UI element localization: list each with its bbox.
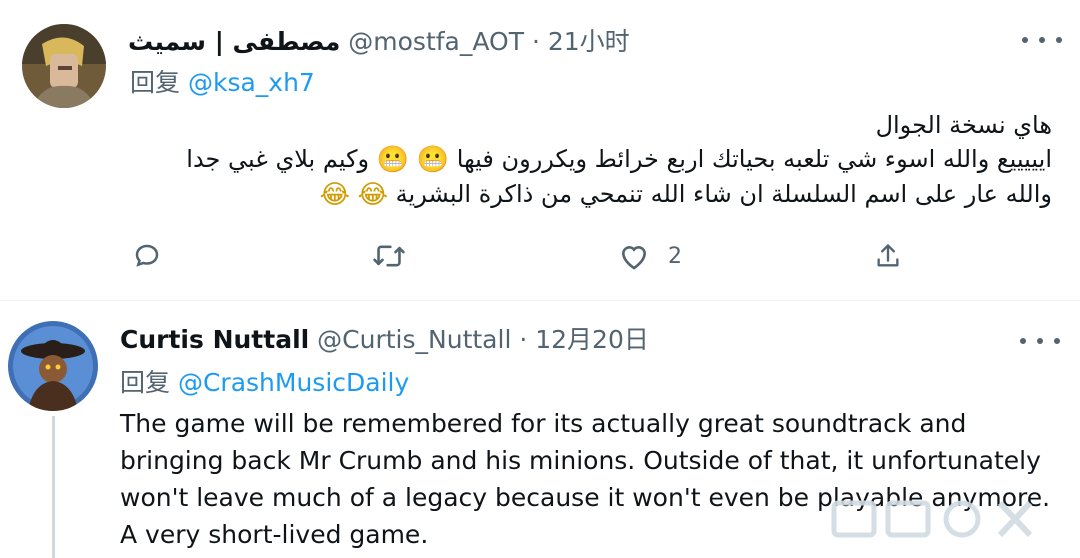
text-segment: ايييييع والله اسوء شي تلعبه بحياتك اربع …	[456, 145, 1052, 173]
reply-context: 回复 @CrashMusicDaily	[120, 368, 409, 398]
thread-connector	[52, 416, 55, 558]
more-icon[interactable]	[1022, 30, 1062, 50]
separator-dot: ·	[531, 27, 540, 56]
text-segment: وكيم بلاي غبي جدا	[186, 145, 370, 173]
reply-context: 回复 @ksa_xh7	[130, 68, 315, 98]
timestamp[interactable]: 21小时	[548, 27, 630, 56]
heart-icon	[621, 246, 647, 270]
separator-dot: ·	[519, 325, 528, 354]
tweet-mostfa[interactable]: مصطفى | سميث @mostfa_AOT · 21小时 回复 @ksa_…	[0, 0, 1080, 300]
text-segment: والله عار على اسم السلسلة ان شاء الله تن…	[395, 180, 1052, 208]
grimacing-emoji: 😬	[376, 145, 410, 175]
reply-to-handle[interactable]: @ksa_xh7	[188, 68, 315, 97]
reply-prefix: 回复	[120, 368, 171, 397]
tweet-curtis[interactable]: Curtis Nuttall @Curtis_Nuttall · 12月20日 …	[0, 301, 1080, 558]
more-icon[interactable]	[1020, 331, 1060, 351]
tweet-header: مصطفى | سميث @mostfa_AOT · 21小时	[128, 27, 630, 57]
laughing-emoji: 😂	[319, 180, 350, 210]
user-handle[interactable]: @Curtis_Nuttall	[317, 325, 511, 354]
tweet-header: Curtis Nuttall @Curtis_Nuttall · 12月20日	[120, 325, 649, 355]
action-bar: 2	[128, 238, 908, 274]
timestamp[interactable]: 12月20日	[535, 325, 649, 354]
reply-to-handle[interactable]: @CrashMusicDaily	[178, 368, 409, 397]
tweet-body: هاي نسخة الجوال ايييييع والله اسوء شي تل…	[152, 108, 1052, 212]
text-line-with-emoji: والله عار على اسم السلسلة ان شاء الله تن…	[152, 177, 1052, 212]
display-name[interactable]: مصطفى | سميث	[128, 27, 340, 56]
reply-icon	[135, 244, 159, 267]
laughing-emoji: 😂	[357, 180, 389, 210]
text-line: هاي نسخة الجوال	[875, 111, 1052, 139]
reply-button[interactable]	[132, 238, 162, 274]
reply-prefix: 回复	[130, 68, 181, 97]
like-count: 2	[668, 243, 682, 269]
avatar[interactable]	[8, 321, 98, 411]
text-line-with-emoji: ايييييع والله اسوء شي تلعبه بحياتك اربع …	[152, 142, 1052, 177]
grimacing-emoji: 😬	[416, 145, 450, 175]
display-name[interactable]: Curtis Nuttall	[120, 325, 309, 354]
user-handle[interactable]: @mostfa_AOT	[348, 27, 524, 56]
retweet-icon	[373, 245, 405, 267]
share-button[interactable]	[874, 238, 902, 274]
retweet-button[interactable]	[372, 238, 406, 274]
share-icon	[877, 244, 899, 267]
tweet-body: The game will be remembered for its actu…	[120, 409, 1051, 549]
like-button[interactable]: 2	[618, 238, 682, 274]
avatar[interactable]	[22, 24, 106, 108]
